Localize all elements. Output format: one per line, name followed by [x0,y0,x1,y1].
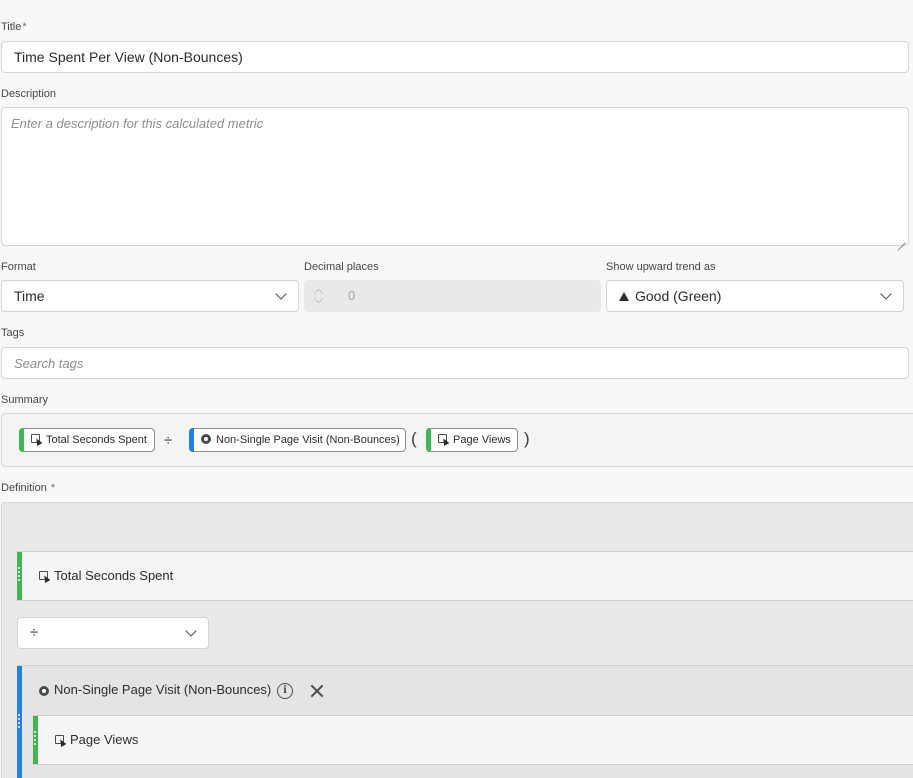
definition-nested-metric-label: Page Views [70,732,139,747]
decimal-places-value: 0 [348,288,356,303]
description-textarea[interactable]: Enter a description for this calculated … [1,107,909,246]
definition-label: Definition * [1,482,56,494]
summary-item-label: Non-Single Page Visit (Non-Bounces) [216,434,400,446]
summary-segment-pill: Non-Single Page Visit (Non-Bounces) [189,428,406,452]
metric-icon [31,434,43,447]
definition-metric-card[interactable]: Total Seconds Spent [17,551,913,601]
tags-search-input[interactable]: Search tags [1,347,909,379]
upward-trend-label: Show upward trend as [606,261,716,273]
close-icon[interactable] [310,684,324,698]
chevron-down-icon [185,625,197,637]
summary-operator: ÷ [164,432,173,449]
triangle-up-icon [619,292,629,301]
metric-icon [39,571,51,584]
info-icon[interactable]: i [277,683,293,699]
summary-paren-close: ) [524,429,530,448]
summary-label: Summary [1,394,49,406]
description-placeholder: Enter a description for this calculated … [11,116,264,131]
definition-nested-metric-card[interactable]: Page Views [33,715,913,765]
definition-segment-container[interactable]: Non-Single Page Visit (Non-Bounces) i Pa… [17,665,913,778]
segment-icon [39,686,49,696]
definition-metric-label: Total Seconds Spent [54,568,174,583]
decimal-places-stepper[interactable]: 0 [304,280,601,312]
description-label: Description [1,88,57,100]
drag-handle-icon[interactable] [34,731,37,749]
summary-item-label: Page Views [453,434,511,446]
summary-metric-pill: Page Views [426,428,518,452]
operator-select[interactable]: ÷ [17,617,209,649]
format-value: Time [14,288,45,304]
metric-icon [55,735,67,748]
summary-metric-pill: Total Seconds Spent [19,428,155,452]
tags-placeholder: Search tags [14,356,84,371]
title-input[interactable]: Time Spent Per View (Non-Bounces) [1,41,909,73]
summary-item-label: Total Seconds Spent [46,434,147,446]
drag-handle-icon[interactable] [18,714,21,732]
segment-icon [201,434,211,444]
metric-icon [438,434,450,447]
decimal-places-label: Decimal places [304,261,379,273]
title-value: Time Spent Per View (Non-Bounces) [14,49,243,65]
stepper-arrows-icon[interactable] [313,286,324,306]
operator-value: ÷ [30,624,39,641]
summary-paren-open: ( [411,429,417,448]
definition-segment-label: Non-Single Page Visit (Non-Bounces) [54,682,272,697]
chevron-down-icon [275,288,287,300]
tags-label: Tags [1,327,25,339]
summary-box: Total Seconds Spent ÷ Non-Single Page Vi… [1,413,913,467]
title-label: Title* [1,21,27,33]
format-label: Format [1,261,36,273]
upward-trend-value: Good (Green) [619,288,721,304]
drag-handle-icon[interactable] [18,567,21,585]
upward-trend-select[interactable]: Good (Green) [606,280,904,312]
format-select[interactable]: Time [1,280,299,312]
chevron-down-icon [880,288,892,300]
resize-handle-icon[interactable] [897,234,906,243]
